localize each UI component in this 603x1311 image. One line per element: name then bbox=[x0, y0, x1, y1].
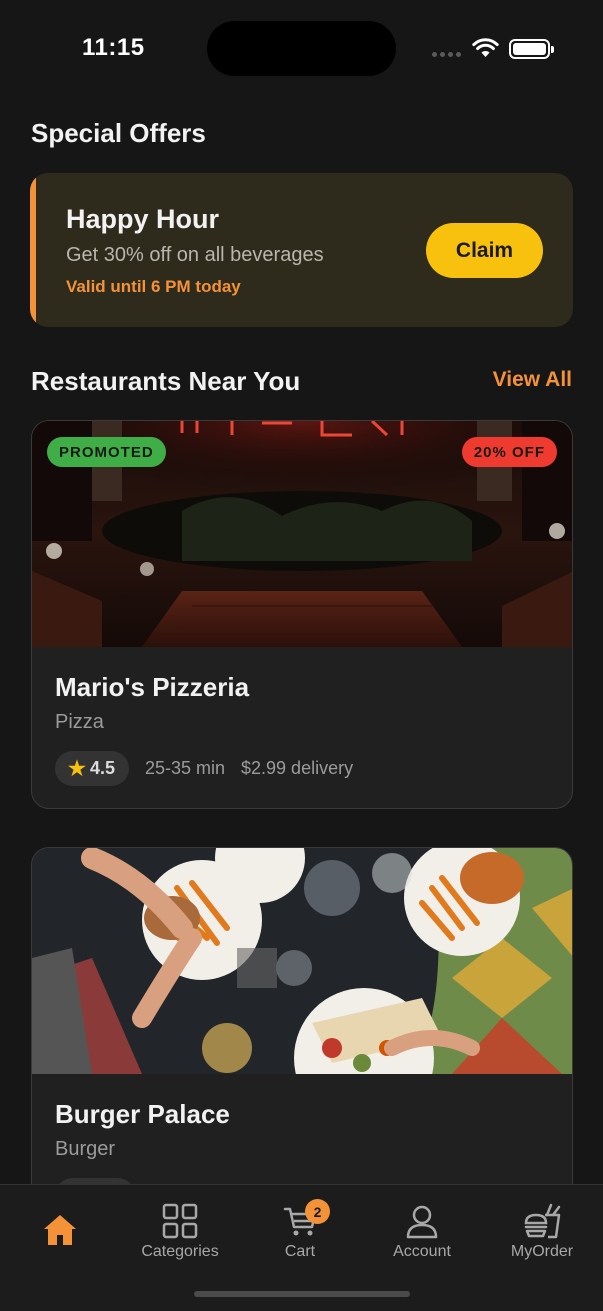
rating-pill: ★ 4.5 bbox=[55, 751, 129, 786]
home-icon bbox=[44, 1215, 76, 1245]
restaurant-name: Burger Palace bbox=[55, 1099, 230, 1129]
restaurant-meta: ★ 4.5 25-35 min $2.99 delivery bbox=[55, 751, 353, 786]
offer-title: Happy Hour bbox=[66, 204, 220, 234]
user-icon bbox=[406, 1205, 438, 1239]
dynamic-island bbox=[207, 21, 396, 76]
restaurants-near-you-heading: Restaurants Near You bbox=[31, 366, 301, 396]
rating-value: 4.5 bbox=[89, 758, 115, 778]
restaurant-photo bbox=[32, 848, 572, 1074]
delivery-time: 25-35 min bbox=[144, 758, 226, 778]
grid-icon bbox=[162, 1203, 198, 1239]
restaurant-category: Pizza bbox=[55, 711, 104, 733]
food-order-icon bbox=[524, 1203, 561, 1239]
tab-account[interactable]: Account bbox=[367, 1203, 477, 1261]
tab-cart-label: Cart bbox=[284, 1243, 316, 1260]
tab-cart[interactable]: 2 Cart bbox=[245, 1199, 355, 1261]
offer-accent-bar bbox=[30, 173, 36, 327]
restaurant-category: Burger bbox=[55, 1138, 116, 1160]
tab-home[interactable] bbox=[5, 1213, 115, 1247]
tab-account-label: Account bbox=[393, 1243, 451, 1260]
tab-categories-label: Categories bbox=[141, 1243, 219, 1260]
tab-myorder-label: MyOrder bbox=[510, 1243, 574, 1260]
status-time: 11:15 bbox=[82, 34, 145, 61]
cart-count-badge: 2 bbox=[305, 1199, 330, 1224]
restaurant-card[interactable]: PROMOTED 20% OFF Mario's Pizzeria Pizza … bbox=[31, 420, 573, 809]
star-icon: ★ bbox=[68, 758, 86, 780]
status-bar: 11:15 bbox=[0, 0, 603, 100]
promoted-badge: PROMOTED bbox=[47, 437, 166, 467]
special-offers-heading: Special Offers bbox=[31, 118, 206, 148]
delivery-fee: $2.99 delivery bbox=[241, 758, 354, 778]
claim-button[interactable]: Claim bbox=[426, 223, 543, 278]
tab-myorder[interactable]: MyOrder bbox=[487, 1203, 597, 1261]
discount-badge: 20% OFF bbox=[461, 437, 557, 467]
home-indicator bbox=[194, 1291, 410, 1297]
wifi-icon bbox=[472, 38, 499, 57]
cellular-signal-icon bbox=[432, 52, 461, 57]
offer-card[interactable]: Happy Hour Get 30% off on all beverages … bbox=[30, 173, 573, 327]
tab-categories[interactable]: Categories bbox=[125, 1203, 235, 1261]
restaurant-name: Mario's Pizzeria bbox=[55, 672, 250, 702]
view-all-link[interactable]: View All bbox=[493, 368, 572, 392]
offer-validity: Valid until 6 PM today bbox=[66, 277, 241, 296]
offer-description: Get 30% off on all beverages bbox=[66, 244, 324, 266]
battery-icon bbox=[509, 39, 554, 59]
